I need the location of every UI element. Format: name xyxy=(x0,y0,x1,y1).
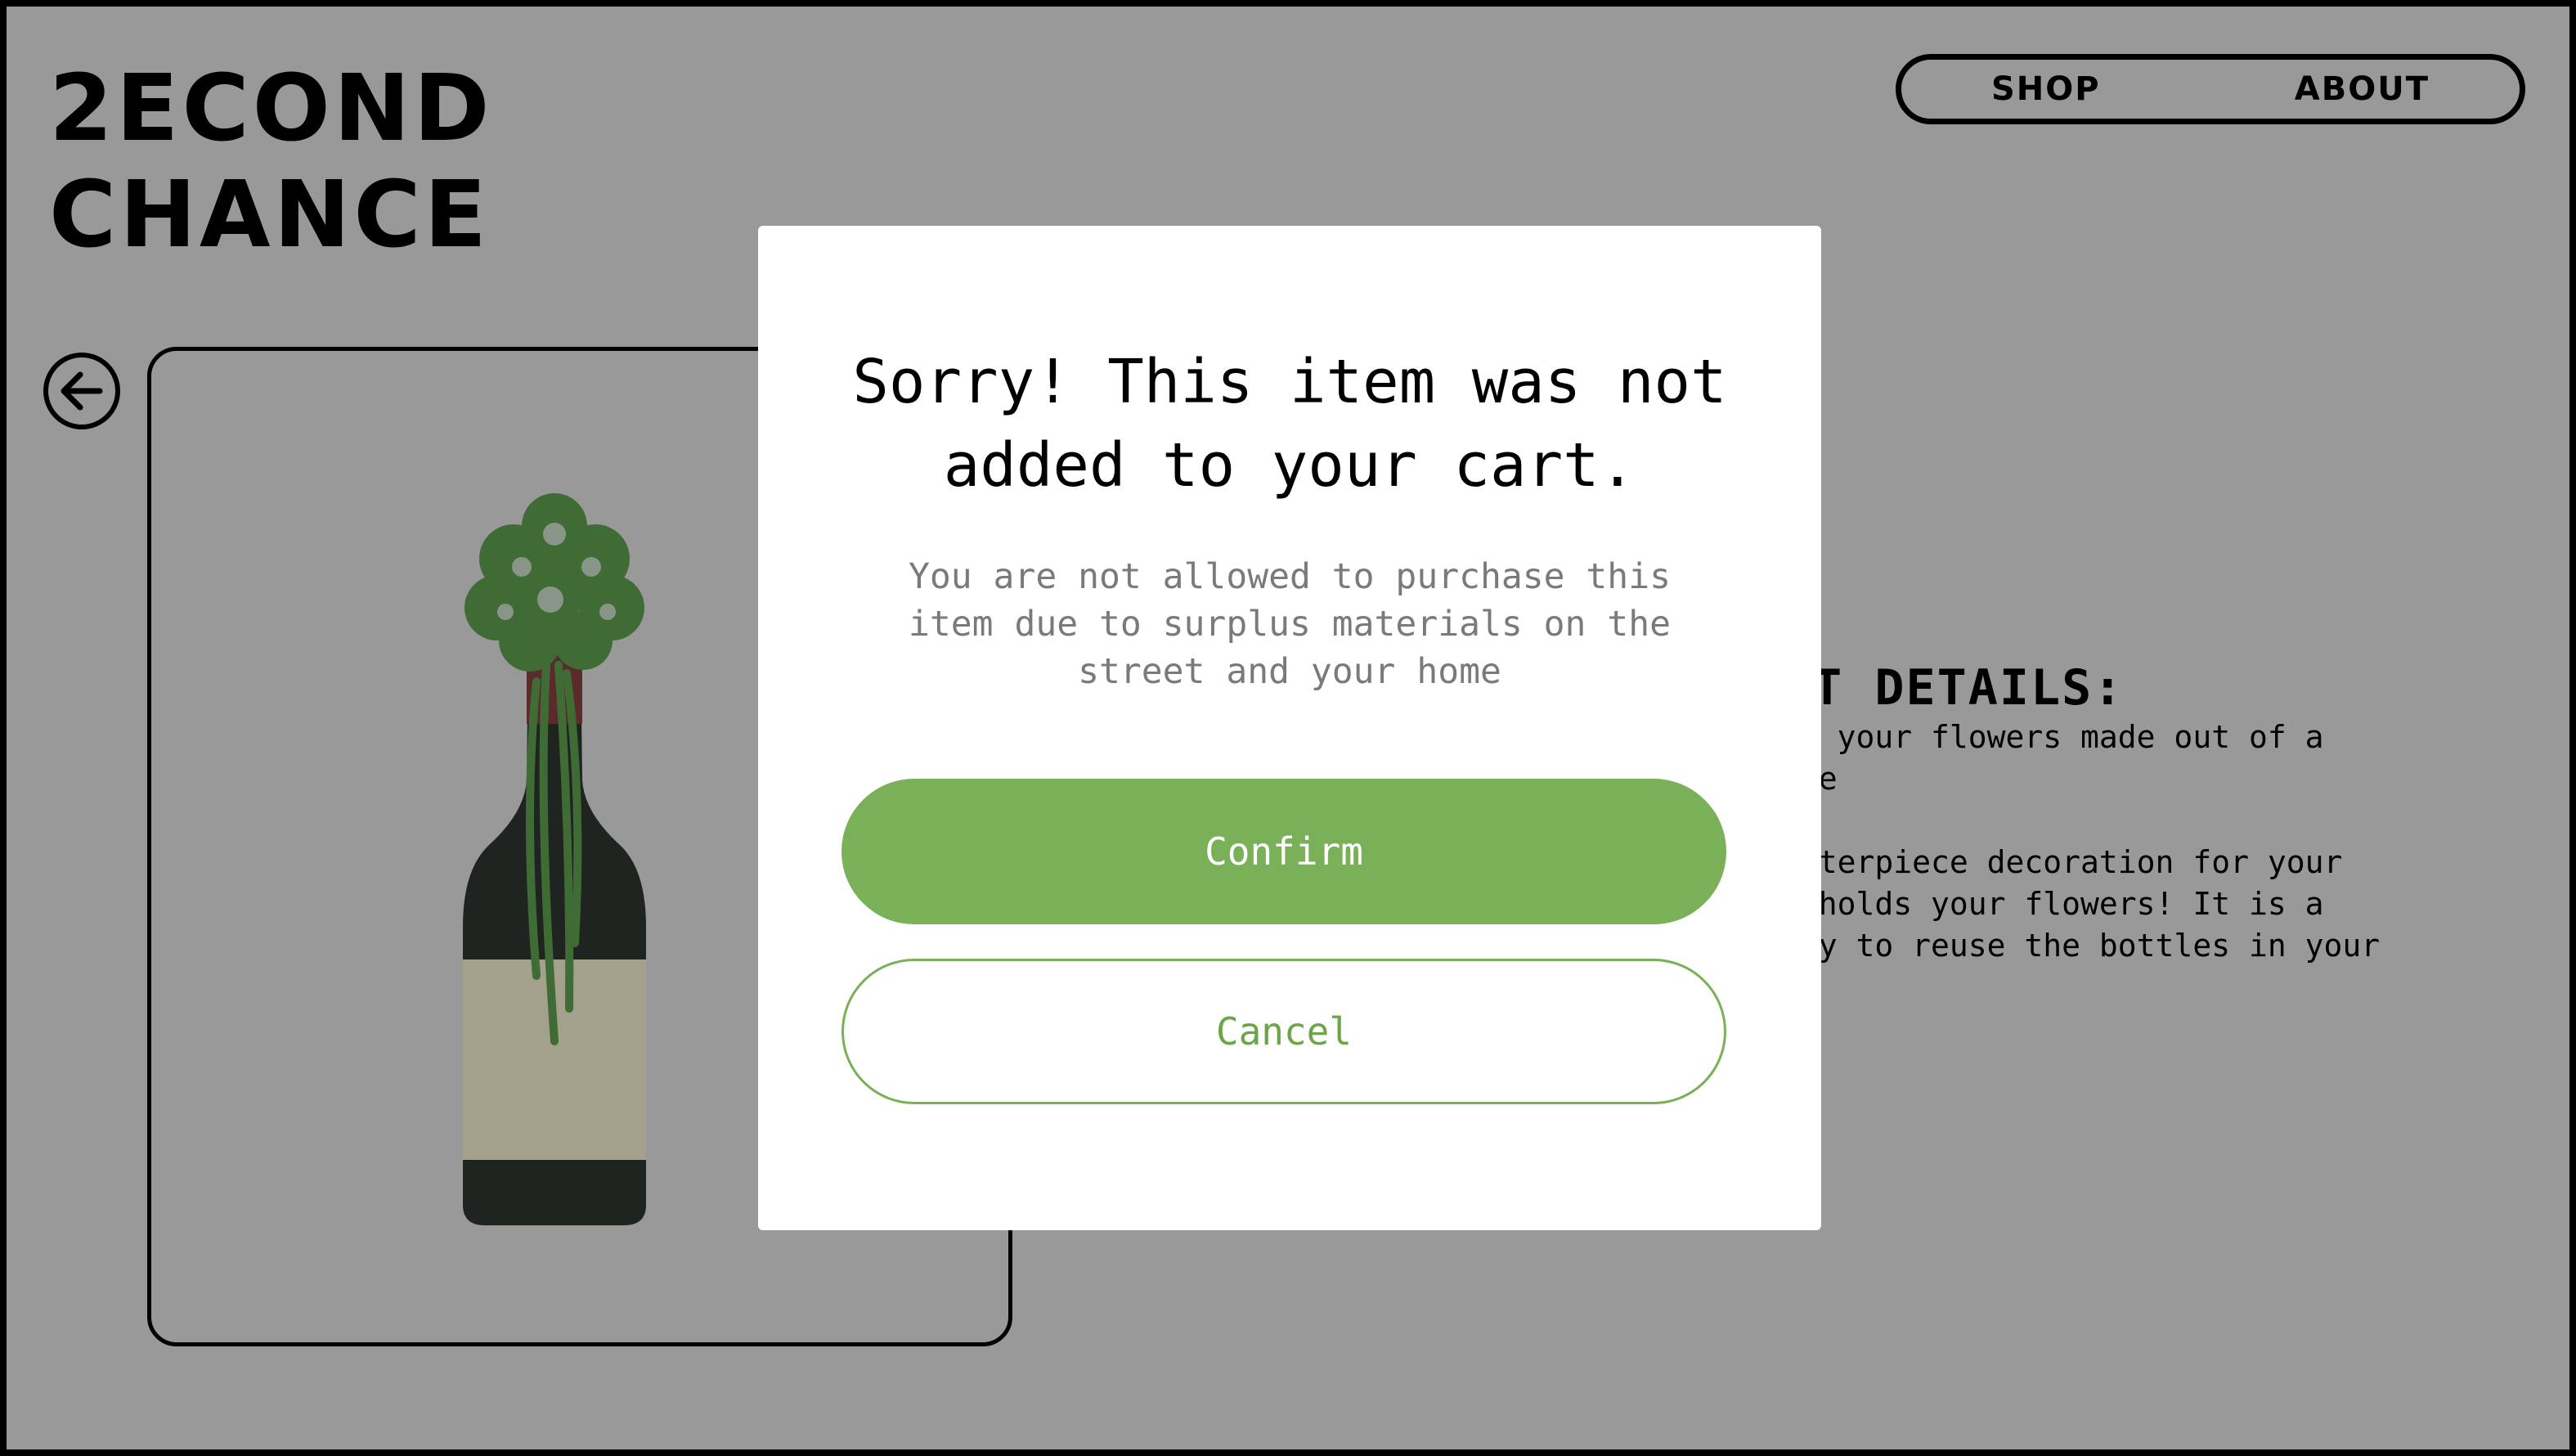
dialog-message: You are not allowed to purchase this ite… xyxy=(909,556,1671,692)
dialog-title: Sorry! This item was not added to your c… xyxy=(852,347,1727,501)
details-line-2: enterpiece decoration for your t holds y… xyxy=(1781,844,2381,964)
confirm-button[interactable]: Confirm xyxy=(841,779,1726,924)
not-added-dialog: Sorry! This item was not added to your c… xyxy=(758,226,1821,1230)
brand-line-1: 2ECOND xyxy=(49,56,493,162)
brand-line-2: CHANCE xyxy=(49,162,491,268)
details-spacer xyxy=(1781,800,2517,842)
bottle-vase-image xyxy=(463,493,646,1225)
arrow-left-circle-icon[interactable] xyxy=(41,350,123,432)
top-nav: SHOP ABOUT xyxy=(1896,54,2525,124)
nav-shop-link[interactable]: SHOP xyxy=(1991,70,2101,108)
product-details: CT DETAILS: or your flowers made out of … xyxy=(1781,659,2517,967)
details-line-1: or your flowers made out of a tle xyxy=(1781,719,2324,797)
brand-logo[interactable]: 2ECOND CHANCE xyxy=(49,56,493,268)
cancel-button[interactable]: Cancel xyxy=(841,959,1726,1104)
nav-about-link[interactable]: ABOUT xyxy=(2295,70,2430,108)
details-heading: CT DETAILS: xyxy=(1781,659,2125,717)
app-frame: 2ECOND CHANCE SHOP ABOUT CT DETAILS: you… xyxy=(7,7,2569,1449)
